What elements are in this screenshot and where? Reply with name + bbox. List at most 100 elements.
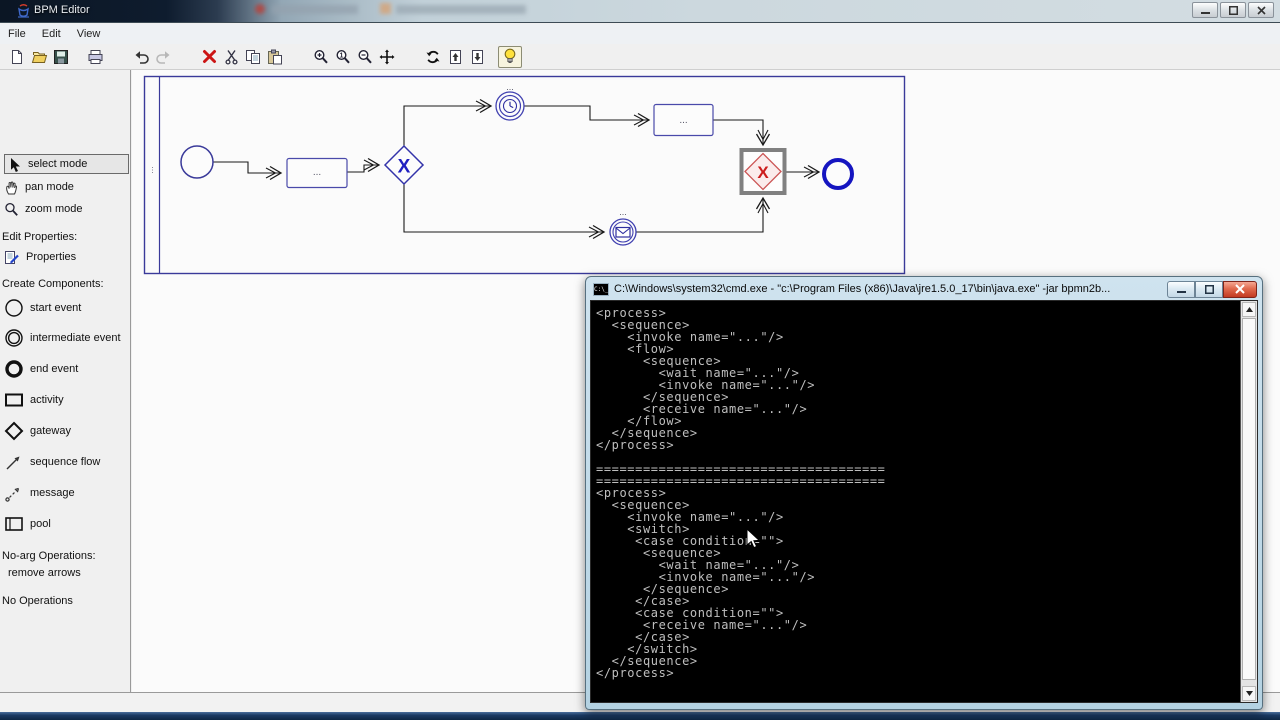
sequence-flow-icon: [6, 456, 20, 470]
flow-activity1-to-gateway1[interactable]: [347, 157, 381, 173]
print-button[interactable]: [84, 46, 106, 68]
flow-gateway1-to-timer[interactable]: [403, 98, 493, 146]
terminal-line: </process>: [596, 666, 675, 680]
flow-timer-to-activity2[interactable]: [524, 105, 651, 128]
terminal-line: </sequence>: [596, 654, 698, 668]
minimize-icon: [1176, 290, 1186, 293]
sidebar-item-zoom-mode[interactable]: zoom mode: [4, 199, 82, 219]
terminal-line: </sequence>: [596, 582, 730, 596]
copy-icon: [246, 49, 260, 64]
flow-gateway1-to-message[interactable]: [403, 184, 606, 240]
properties-icon: [5, 250, 19, 264]
import-button[interactable]: [466, 46, 488, 68]
zoom-100-button[interactable]: 1: [332, 46, 354, 68]
paste-button[interactable]: [264, 46, 286, 68]
sidebar-item-select-mode[interactable]: select mode: [4, 154, 129, 174]
remove-arrows-item[interactable]: remove arrows: [8, 567, 81, 581]
gateway2-node-selected[interactable]: X: [739, 148, 787, 195]
terminal-line: <invoke name="..."/>: [596, 510, 784, 524]
cut-button[interactable]: [220, 46, 242, 68]
minimize-icon: [1200, 11, 1210, 14]
app-titlebar[interactable]: BPM Editor: [0, 0, 1280, 23]
flow-start-to-activity1[interactable]: [213, 161, 283, 181]
maximize-icon: [1204, 284, 1214, 294]
sidebar-item-gateway[interactable]: gateway: [4, 420, 71, 442]
export-button[interactable]: [444, 46, 466, 68]
save-button[interactable]: [50, 46, 72, 68]
refresh-button[interactable]: [422, 46, 444, 68]
svg-text:1: 1: [340, 52, 344, 59]
gateway1-node[interactable]: X: [383, 144, 425, 186]
zoom-out-icon: [358, 49, 372, 63]
sidebar-item-message[interactable]: message: [4, 482, 75, 504]
minimize-button[interactable]: [1192, 2, 1218, 18]
hand-icon: [6, 181, 18, 194]
copy-button[interactable]: [242, 46, 264, 68]
new-button[interactable]: [6, 46, 28, 68]
cmd-title-text: C:\Windows\system32\cmd.exe - "c:\Progra…: [614, 283, 1111, 295]
new-icon: [12, 49, 22, 64]
sidebar-item-intermediate-event[interactable]: intermediate event: [4, 327, 121, 349]
background-streak: [396, 5, 526, 14]
end-event-icon: [5, 360, 23, 378]
sidebar-item-pool[interactable]: pool: [4, 513, 51, 535]
help-button[interactable]: [498, 45, 522, 68]
start-event-node[interactable]: [180, 145, 214, 179]
menu-file[interactable]: File: [8, 28, 26, 40]
terminal-line: <invoke name="..."/>: [596, 330, 784, 344]
activity1-node[interactable]: ...: [286, 157, 348, 189]
menu-edit[interactable]: Edit: [42, 28, 61, 40]
close-icon: [1256, 5, 1266, 15]
sidebar-item-properties[interactable]: Properties: [4, 247, 76, 267]
sidebar-item-sequence-flow[interactable]: sequence flow: [4, 451, 100, 473]
gateway-icon: [4, 421, 24, 441]
toolbar: 1: [0, 44, 1280, 70]
cmd-window[interactable]: C:\_ C:\Windows\system32\cmd.exe - "c:\P…: [585, 276, 1263, 710]
undo-button[interactable]: [130, 46, 152, 68]
scroll-up-button[interactable]: [1242, 302, 1256, 317]
maximize-icon: [1228, 5, 1238, 15]
magnifier-icon: [5, 202, 18, 216]
sidebar-item-activity[interactable]: activity: [4, 389, 64, 411]
export-icon: [449, 49, 461, 64]
redo-button[interactable]: [152, 46, 174, 68]
message-event-node[interactable]: ...: [609, 207, 637, 246]
terminal-line: </process>: [596, 438, 675, 452]
cmd-titlebar[interactable]: C:\_ C:\Windows\system32\cmd.exe - "c:\P…: [589, 279, 1259, 299]
start-event-icon: [5, 299, 23, 317]
cmd-close-button[interactable]: [1223, 280, 1257, 298]
cmd-scrollbar[interactable]: [1240, 301, 1257, 702]
desktop: BPM Editor File Edit View 1 select mode …: [0, 0, 1280, 720]
zoom-out-button[interactable]: [354, 46, 376, 68]
flow-message-to-gateway2[interactable]: [636, 196, 771, 233]
scroll-thumb[interactable]: [1242, 318, 1256, 680]
delete-icon: [202, 50, 216, 63]
sidebar-item-pan-mode[interactable]: pan mode: [4, 177, 74, 197]
scroll-down-button[interactable]: [1242, 686, 1256, 701]
terminal-line: =====================================: [596, 474, 886, 488]
pan-icon: [379, 49, 395, 64]
timer-event-node[interactable]: ...: [495, 82, 525, 121]
refresh-icon: [426, 50, 440, 63]
cmd-console: <process> <sequence> <invoke name="..."/…: [590, 300, 1258, 703]
delete-button[interactable]: [198, 46, 220, 68]
save-icon: [54, 49, 68, 64]
taskbar-edge[interactable]: [0, 712, 1280, 720]
open-button[interactable]: [28, 46, 50, 68]
cmd-maximize-button[interactable]: [1195, 280, 1223, 298]
close-button[interactable]: [1248, 2, 1274, 18]
close-icon: [1235, 284, 1245, 294]
end-event-node[interactable]: [822, 158, 854, 190]
menu-view[interactable]: View: [77, 28, 101, 40]
pan-button[interactable]: [376, 46, 398, 68]
sidebar-item-start-event[interactable]: start event: [4, 297, 81, 319]
flow-activity2-to-gateway2[interactable]: [713, 119, 771, 147]
sidebar-item-end-event[interactable]: end event: [4, 358, 78, 380]
activity2-node[interactable]: ...: [653, 103, 714, 137]
import-icon: [471, 49, 483, 64]
cmd-minimize-button[interactable]: [1167, 280, 1195, 298]
redo-icon: [155, 50, 169, 64]
maximize-button[interactable]: [1220, 2, 1246, 18]
edit-properties-label: Edit Properties:: [2, 231, 78, 243]
zoom-in-button[interactable]: [310, 46, 332, 68]
